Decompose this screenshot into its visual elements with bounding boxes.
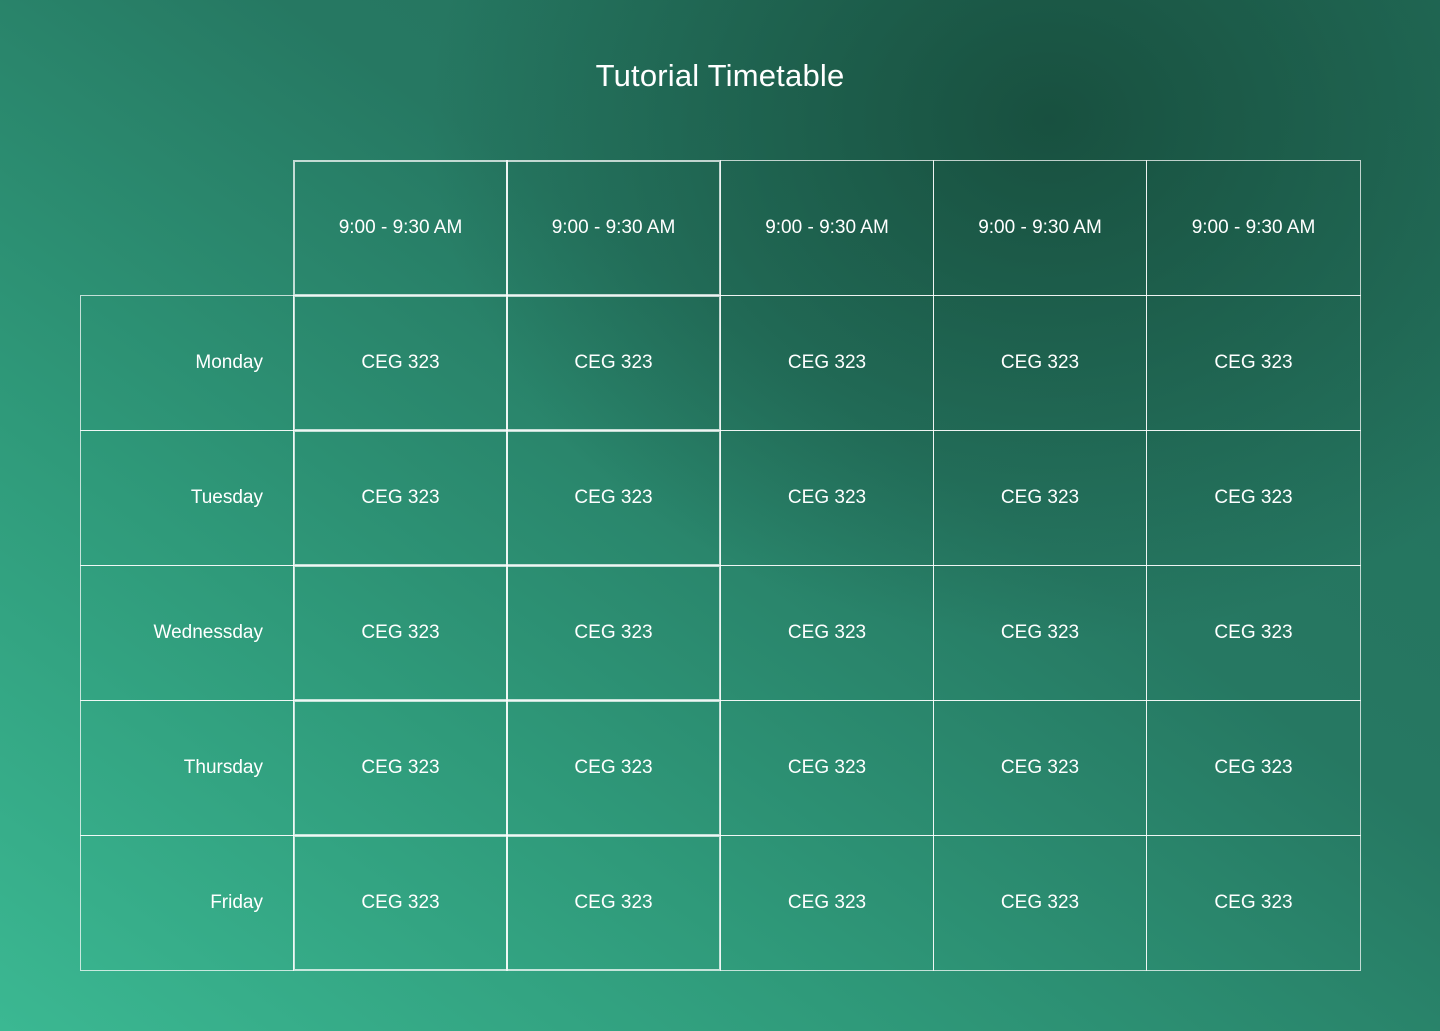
slot-cell[interactable]: CEG 323: [506, 565, 721, 701]
time-slot-header: 9:00 - 9:30 AM: [933, 160, 1147, 296]
slot-cell[interactable]: CEG 323: [506, 700, 721, 836]
slot-cell[interactable]: CEG 323: [293, 835, 508, 971]
day-label-wednesday: Wednessday: [80, 565, 294, 701]
slot-cell[interactable]: CEG 323: [293, 295, 508, 431]
slot-cell[interactable]: CEG 323: [933, 565, 1147, 701]
slot-cell[interactable]: CEG 323: [506, 295, 721, 431]
slot-cell[interactable]: CEG 323: [720, 700, 934, 836]
slot-cell[interactable]: CEG 323: [1146, 835, 1361, 971]
day-label-thursday: Thursday: [80, 700, 294, 836]
slot-cell[interactable]: CEG 323: [1146, 565, 1361, 701]
time-slot-header: 9:00 - 9:30 AM: [1146, 160, 1361, 296]
slot-cell[interactable]: CEG 323: [506, 430, 721, 566]
slot-cell[interactable]: CEG 323: [293, 430, 508, 566]
slot-cell[interactable]: CEG 323: [933, 835, 1147, 971]
day-label-friday: Friday: [80, 835, 294, 971]
slot-cell[interactable]: CEG 323: [720, 430, 934, 566]
slot-cell[interactable]: CEG 323: [720, 295, 934, 431]
time-slot-header: 9:00 - 9:30 AM: [293, 160, 508, 296]
slot-cell[interactable]: CEG 323: [1146, 430, 1361, 566]
page-title: Tutorial Timetable: [595, 58, 845, 93]
slot-cell[interactable]: CEG 323: [1146, 700, 1361, 836]
slot-cell[interactable]: CEG 323: [293, 700, 508, 836]
slot-cell[interactable]: CEG 323: [933, 700, 1147, 836]
timetable-grid: 9:00 - 9:30 AM 9:00 - 9:30 AM 9:00 - 9:3…: [80, 160, 1361, 971]
time-slot-header: 9:00 - 9:30 AM: [506, 160, 721, 296]
day-label-tuesday: Tuesday: [80, 430, 294, 566]
slot-cell[interactable]: CEG 323: [933, 295, 1147, 431]
slot-cell[interactable]: CEG 323: [293, 565, 508, 701]
slot-cell[interactable]: CEG 323: [720, 835, 934, 971]
day-label-monday: Monday: [80, 295, 294, 431]
slot-cell[interactable]: CEG 323: [506, 835, 721, 971]
slot-cell[interactable]: CEG 323: [720, 565, 934, 701]
slot-cell[interactable]: CEG 323: [1146, 295, 1361, 431]
time-slot-header: 9:00 - 9:30 AM: [720, 160, 934, 296]
slot-cell[interactable]: CEG 323: [933, 430, 1147, 566]
